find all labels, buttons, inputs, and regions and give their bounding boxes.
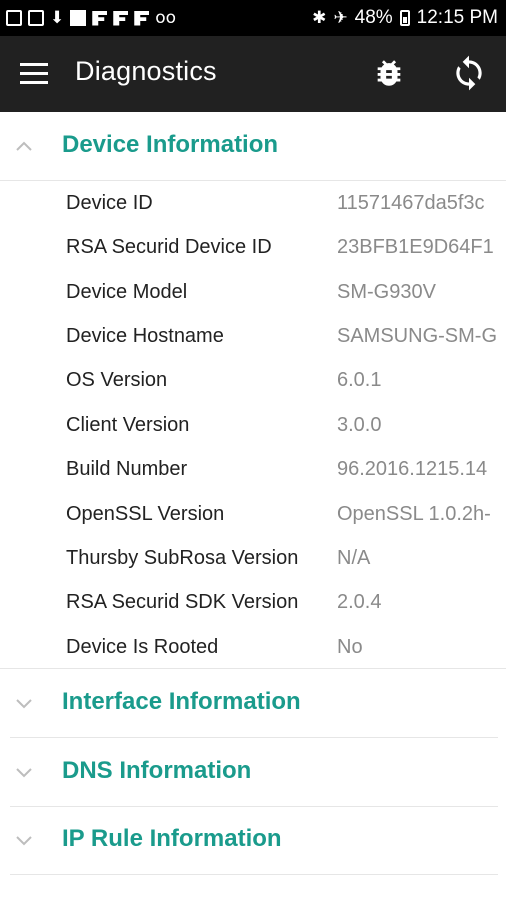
bluetooth-icon: ✱ [312, 7, 327, 28]
row-label: Client Version [66, 414, 190, 436]
row-value: SM-G930V [337, 281, 436, 303]
battery-percent: 48% [354, 7, 393, 28]
airplane-mode-icon: ✈ [333, 7, 348, 28]
image-notification-icon [6, 10, 22, 26]
info-row: Device Hostname SAMSUNG-SM-G [0, 315, 506, 359]
divider [10, 874, 498, 875]
row-value: OpenSSL 1.0.2h- [337, 503, 491, 525]
flipboard-icon [113, 10, 129, 26]
row-label: Device Is Rooted [66, 636, 219, 658]
flipboard-icon [134, 10, 150, 26]
flipboard-icon [92, 10, 108, 26]
info-row: RSA Securid SDK Version 2.0.4 [0, 581, 506, 625]
alpha-app-icon [70, 10, 87, 26]
row-value: 23BFB1E9D64F1 [337, 236, 494, 258]
row-label: RSA Securid SDK Version [66, 591, 299, 613]
row-value: No [337, 636, 363, 658]
status-bar: ⬇ oo ✱ ✈ 48% 12:15 PM [0, 0, 506, 36]
menu-icon[interactable] [20, 63, 48, 85]
row-label: OS Version [66, 369, 168, 391]
page-title: Diagnostics [75, 56, 217, 86]
divider [0, 180, 506, 181]
notification-icons: ⬇ oo [6, 0, 176, 36]
info-row: OS Version 6.0.1 [0, 359, 506, 403]
info-row: Build Number 96.2016.1215.14 [0, 448, 506, 492]
row-label: Device Model [66, 281, 188, 303]
chevron-up-icon [16, 141, 32, 151]
download-icon: ⬇ [50, 7, 65, 28]
clock: 12:15 PM [416, 7, 498, 28]
refresh-icon[interactable] [450, 54, 488, 92]
section-title: Interface Information [62, 688, 301, 715]
chevron-down-icon [16, 836, 32, 846]
section-title: DNS Information [62, 757, 252, 784]
row-label: Device Hostname [66, 325, 224, 347]
app-bar: Diagnostics [0, 36, 506, 112]
battery-icon [399, 10, 410, 26]
row-value: 11571467da5f3c [337, 192, 485, 214]
chevron-down-icon [16, 699, 32, 709]
info-row: OpenSSL Version OpenSSL 1.0.2h- [0, 493, 506, 537]
section-interface-information[interactable]: Interface Information [0, 669, 506, 737]
info-row: Client Version 3.0.0 [0, 404, 506, 448]
row-label: Thursby SubRosa Version [66, 547, 299, 569]
info-row: Device Is Rooted No [0, 626, 506, 670]
section-ip-rule-information[interactable]: IP Rule Information [0, 806, 506, 874]
row-value: 96.2016.1215.14 [337, 458, 488, 480]
voicemail-icon: oo [155, 7, 177, 28]
section-dns-information[interactable]: DNS Information [0, 738, 506, 806]
bug-report-icon[interactable] [372, 56, 406, 90]
row-label: OpenSSL Version [66, 503, 225, 525]
system-status: ✱ ✈ 48% 12:15 PM [312, 0, 498, 36]
row-label: Device ID [66, 192, 153, 214]
info-row: Device ID 11571467da5f3c [0, 182, 506, 226]
info-row: Device Model SM-G930V [0, 271, 506, 315]
info-row: RSA Securid Device ID 23BFB1E9D64F1 [0, 226, 506, 270]
email-notification-icon [28, 10, 44, 26]
row-value: 3.0.0 [337, 414, 382, 436]
row-value: 2.0.4 [337, 591, 382, 613]
section-title: IP Rule Information [62, 825, 282, 852]
diagnostics-content: Device Information Device ID 11571467da5… [0, 112, 506, 900]
row-value: SAMSUNG-SM-G [337, 325, 497, 347]
section-title: Device Information [62, 131, 279, 158]
info-row: Thursby SubRosa Version N/A [0, 537, 506, 581]
section-device-information[interactable]: Device Information [0, 112, 506, 180]
row-value: N/A [337, 547, 371, 569]
row-label: RSA Securid Device ID [66, 236, 272, 258]
chevron-down-icon [16, 768, 32, 778]
row-label: Build Number [66, 458, 188, 480]
row-value: 6.0.1 [337, 369, 382, 391]
